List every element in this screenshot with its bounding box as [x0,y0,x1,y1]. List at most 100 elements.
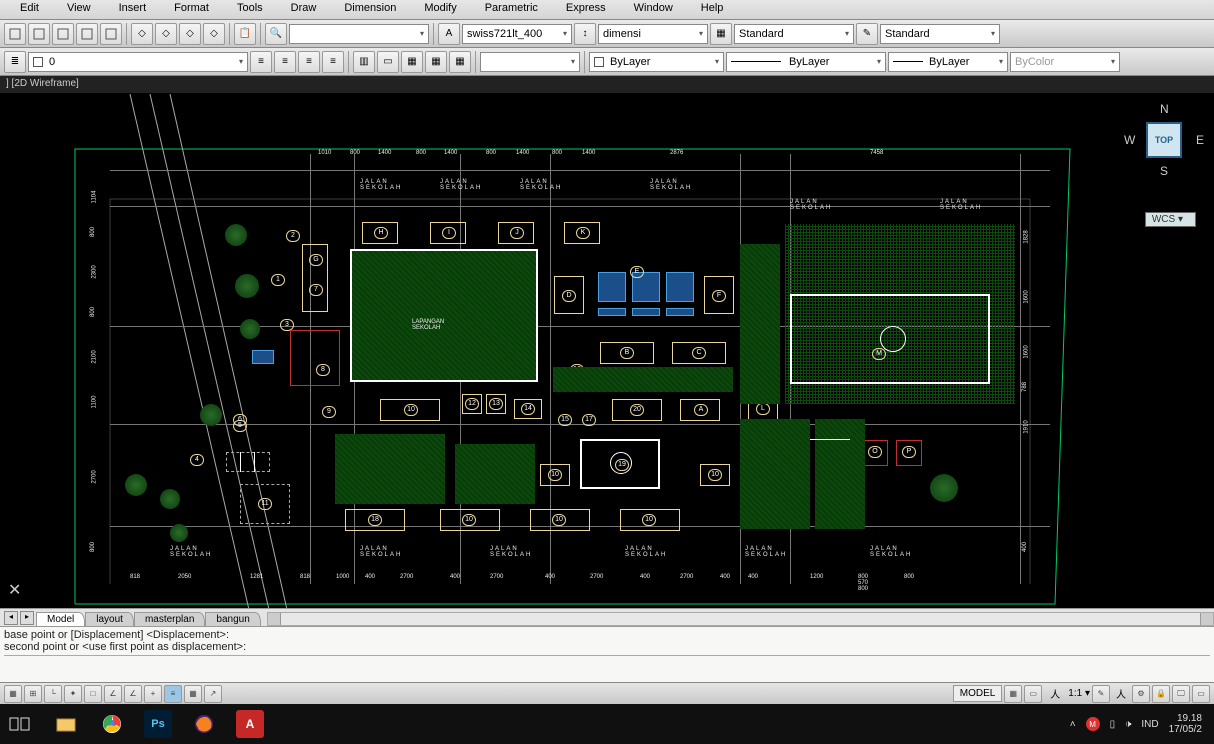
sb-clean[interactable]: ▭ [1192,685,1210,703]
photoshop-icon[interactable]: Ps [144,710,172,738]
tool-cube1[interactable] [4,23,26,45]
menu-insert[interactable]: Insert [105,0,161,19]
qp-icon[interactable]: ↗ [204,685,222,703]
viewcube-e[interactable]: E [1196,133,1204,147]
layer-b2[interactable]: ≡ [274,51,296,73]
text-style[interactable]: swiss721lt_400 [462,24,572,44]
tool-paste[interactable]: 📋 [234,23,256,45]
cmd-input[interactable] [4,655,1210,671]
menu-help[interactable]: Help [687,0,738,19]
layer-props-icon[interactable]: ≣ [4,51,26,73]
tool-poly2[interactable]: ◇ [155,23,177,45]
chrome-icon[interactable] [98,710,126,738]
system-tray: ˄ M ▯ 🕩 IND 19.18 17/05/2 [1070,713,1208,735]
sb-grid[interactable]: ▦ [1004,685,1022,703]
hscrollbar[interactable] [267,612,1214,626]
drawing-canvas[interactable]: N S E W TOP WCS ▾ ✕ 1010 800 140 [0,94,1214,608]
sb-anno[interactable]: ✎ [1092,685,1110,703]
tab-layout[interactable]: layout [85,612,134,626]
tab-masterplan[interactable]: masterplan [134,612,205,626]
statusbar: ▦ ⊞ └ ✦ □ ∠ ∠ + ≡ ▦ ↗ MODEL ▦ ▭ 人 1:1 ▾ … [0,682,1214,704]
menu-tools[interactable]: Tools [223,0,277,19]
menu-window[interactable]: Window [620,0,687,19]
lineweight-select[interactable]: ByLayer [888,52,1008,72]
menu-format[interactable]: Format [160,0,223,19]
menu-view[interactable]: View [53,0,105,19]
close-icon[interactable]: ✕ [8,580,21,600]
tool-search[interactable]: 🔍 [265,23,287,45]
viewcube-n[interactable]: N [1160,102,1169,116]
menu-dimension[interactable]: Dimension [330,0,410,19]
tablestyle-icon[interactable]: ▦ [710,23,732,45]
grp2[interactable]: ▭ [377,51,399,73]
sb-monitor[interactable]: 🖵 [1172,685,1190,703]
grp4[interactable]: ▦ [425,51,447,73]
firefox-icon[interactable] [190,710,218,738]
tool-cube3[interactable] [52,23,74,45]
plotstyle-select[interactable]: ByColor [1010,52,1120,72]
tray-net-icon[interactable]: ▯ [1110,719,1116,730]
tab-nav-right[interactable]: ▸ [20,611,34,625]
tool-poly4[interactable]: ◇ [203,23,225,45]
menu-express[interactable]: Express [552,0,620,19]
sb-gear[interactable]: ⚙ [1132,685,1150,703]
tray-vol-icon[interactable]: 🕩 [1125,719,1131,730]
osnap-icon[interactable]: □ [84,685,102,703]
tray-lang[interactable]: IND [1141,719,1158,730]
tab-model[interactable]: Model [36,612,85,626]
explorer-icon[interactable] [52,710,80,738]
mleader-style[interactable]: Standard [880,24,1000,44]
linetype-select[interactable]: ByLayer [726,52,886,72]
lwt-icon[interactable]: ≡ [164,685,182,703]
otrack-icon[interactable]: ∠ [124,685,142,703]
tool-cube5[interactable] [100,23,122,45]
tool-poly1[interactable]: ◇ [131,23,153,45]
cmd-line2: second point or <use first point as disp… [4,641,1210,653]
menu-modify[interactable]: Modify [410,0,470,19]
autocad-icon[interactable]: A [236,710,264,738]
dim-style[interactable]: dimensi [598,24,708,44]
tray-up-icon[interactable]: ˄ [1070,719,1076,730]
clock-date[interactable]: 17/05/2 [1169,724,1202,735]
sb-layout[interactable]: ▭ [1024,685,1042,703]
menu-parametric[interactable]: Parametric [471,0,552,19]
menubar: Edit View Insert Format Tools Draw Dimen… [0,0,1214,20]
dyn-icon[interactable]: + [144,685,162,703]
mleader-icon[interactable]: ✎ [856,23,878,45]
tab-nav-left[interactable]: ◂ [4,611,18,625]
block-select[interactable] [480,52,580,72]
taskview-icon[interactable] [6,710,34,738]
grp1[interactable]: ▥ [353,51,375,73]
snap-icon[interactable]: ▦ [4,685,22,703]
command-window[interactable]: base point or [Displacement] <Displaceme… [0,626,1214,682]
tpy-icon[interactable]: ▦ [184,685,202,703]
tool-cube2[interactable] [28,23,50,45]
menu-draw[interactable]: Draw [277,0,331,19]
search-drop[interactable] [289,24,429,44]
toolbar-row2: ≣ 0 ≡ ≡ ≡ ≡ ▥ ▭ ▦ ▦ ▦ ByLayer ByLayer By… [0,48,1214,76]
dimstyle-icon[interactable]: ↕ [574,23,596,45]
tool-poly3[interactable]: ◇ [179,23,201,45]
grp3[interactable]: ▦ [401,51,423,73]
taskbar: Ps A ˄ M ▯ 🕩 IND 19.18 17/05/2 [0,704,1214,744]
annotation-scale[interactable]: 1:1 ▾ [1068,688,1090,699]
ortho-icon[interactable]: └ [44,685,62,703]
osnap3d-icon[interactable]: ∠ [104,685,122,703]
grp5[interactable]: ▦ [449,51,471,73]
textstyle-icon[interactable]: A [438,23,460,45]
layer-b1[interactable]: ≡ [250,51,272,73]
layer-select[interactable]: 0 [28,52,248,72]
tab-bangun[interactable]: bangun [205,612,260,626]
table-style[interactable]: Standard [734,24,854,44]
color-select[interactable]: ByLayer [589,52,724,72]
layer-b3[interactable]: ≡ [298,51,320,73]
layer-b4[interactable]: ≡ [322,51,344,73]
menu-edit[interactable]: Edit [6,0,53,19]
tool-cube4[interactable] [76,23,98,45]
space-model[interactable]: MODEL [953,685,1003,702]
clock-time[interactable]: 19.18 [1169,713,1202,724]
sb-lock[interactable]: 🔒 [1152,685,1170,703]
grid-icon[interactable]: ⊞ [24,685,42,703]
tray-m-icon[interactable]: M [1086,717,1100,731]
polar-icon[interactable]: ✦ [64,685,82,703]
